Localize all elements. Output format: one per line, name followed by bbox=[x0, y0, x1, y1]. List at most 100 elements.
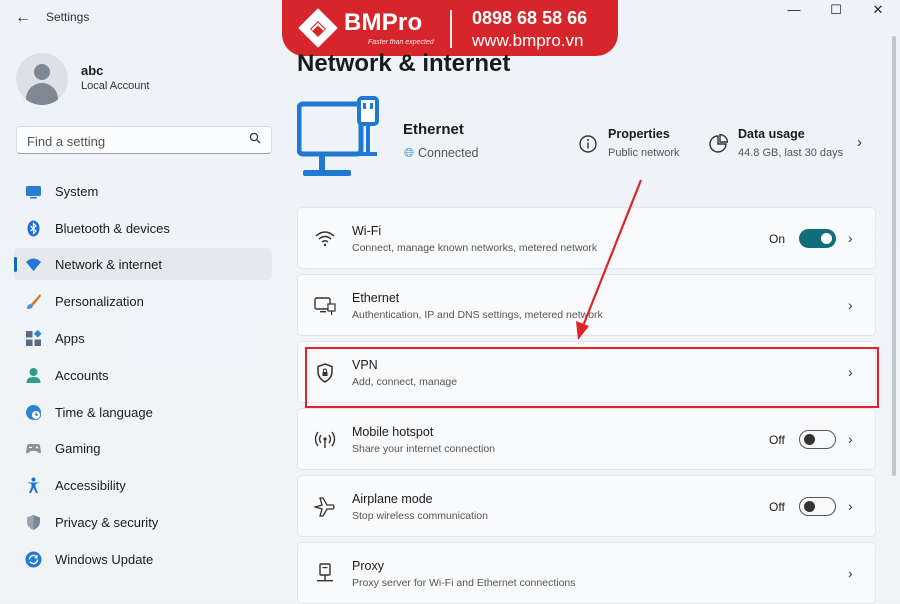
page-title: Network & internet bbox=[297, 50, 511, 77]
bluetooth-icon bbox=[27, 220, 40, 237]
user-account-type: Local Account bbox=[81, 80, 150, 92]
wifi-card[interactable]: Wi-Fi Connect, manage known networks, me… bbox=[297, 207, 876, 269]
pie-chart-icon bbox=[709, 134, 728, 153]
sidebar-item-accounts[interactable]: Accounts bbox=[14, 359, 272, 391]
sidebar-item-network[interactable]: Network & internet bbox=[14, 248, 272, 280]
card-subtitle: Proxy server for Wi-Fi and Ethernet conn… bbox=[352, 577, 576, 589]
brand-name: BMPro bbox=[344, 9, 423, 36]
card-title: Proxy bbox=[352, 559, 384, 573]
sidebar-item-label: Bluetooth & devices bbox=[55, 221, 170, 236]
chevron-right-icon: › bbox=[848, 431, 853, 447]
toggle-state-label: Off bbox=[769, 433, 785, 447]
airplane-icon bbox=[314, 497, 335, 517]
brand-tagline: Faster than expected bbox=[368, 39, 434, 46]
sidebar-item-system[interactable]: System bbox=[14, 175, 272, 207]
chevron-right-icon: › bbox=[848, 230, 853, 246]
sidebar-item-label: Windows Update bbox=[55, 552, 154, 567]
sidebar-item-time-language[interactable]: Time & language bbox=[14, 396, 272, 428]
refresh-icon bbox=[25, 551, 42, 568]
connection-status: 🌐︎ Connected bbox=[404, 146, 478, 161]
search-box[interactable] bbox=[16, 126, 272, 154]
gamepad-icon bbox=[26, 444, 41, 454]
minimize-button[interactable]: — bbox=[772, 0, 816, 20]
ethernet-icon bbox=[314, 297, 336, 315]
connection-status-text: Connected bbox=[418, 146, 479, 160]
apps-icon bbox=[26, 330, 42, 346]
card-title: Ethernet bbox=[352, 291, 400, 305]
info-icon bbox=[579, 135, 597, 153]
sidebar-item-label: Gaming bbox=[55, 441, 101, 456]
brand-banner: BMPro Faster than expected 0898 68 58 66… bbox=[282, 0, 618, 56]
globe-icon: 🌐︎ bbox=[404, 146, 415, 160]
settings-window: ← Settings — ☐ ✕ BMPro Faster than expec… bbox=[0, 0, 900, 604]
brand-website: www.bmpro.vn bbox=[472, 31, 584, 50]
brand-phone: 0898 68 58 66 bbox=[472, 8, 588, 28]
globe-clock-icon bbox=[26, 405, 41, 420]
close-button[interactable]: ✕ bbox=[856, 0, 900, 20]
chevron-right-icon[interactable]: › bbox=[857, 134, 862, 151]
shield-icon bbox=[27, 515, 40, 530]
card-subtitle: Share your internet connection bbox=[352, 443, 496, 455]
sidebar-item-privacy[interactable]: Privacy & security bbox=[14, 506, 272, 538]
properties-subtitle: Public network bbox=[608, 147, 680, 159]
brand-logo-icon bbox=[298, 8, 338, 48]
hotspot-icon bbox=[314, 431, 336, 448]
brush-icon bbox=[27, 294, 41, 309]
sidebar-item-label: Time & language bbox=[55, 405, 153, 420]
user-name: abc bbox=[81, 63, 104, 78]
vpn-shield-icon bbox=[317, 363, 333, 383]
active-indicator bbox=[14, 257, 17, 272]
chevron-right-icon: › bbox=[848, 364, 853, 380]
chevron-right-icon: › bbox=[848, 498, 853, 514]
data-usage-title: Data usage bbox=[738, 127, 805, 141]
maximize-button[interactable]: ☐ bbox=[814, 0, 858, 20]
sidebar-item-bluetooth[interactable]: Bluetooth & devices bbox=[14, 212, 272, 244]
search-icon[interactable] bbox=[249, 132, 261, 147]
sidebar-item-gaming[interactable]: Gaming bbox=[14, 432, 272, 464]
card-title: Mobile hotspot bbox=[352, 425, 434, 439]
airplane-mode-card[interactable]: Airplane mode Stop wireless communicatio… bbox=[297, 475, 876, 537]
sidebar-item-label: Privacy & security bbox=[55, 515, 159, 530]
proxy-icon bbox=[317, 563, 333, 582]
sidebar-item-windows-update[interactable]: Windows Update bbox=[14, 543, 272, 575]
brand-divider bbox=[450, 10, 452, 48]
scrollbar[interactable] bbox=[892, 36, 896, 476]
card-subtitle: Connect, manage known networks, metered … bbox=[352, 242, 598, 254]
sidebar-item-apps[interactable]: Apps bbox=[14, 322, 272, 354]
search-input[interactable] bbox=[25, 131, 239, 151]
card-title: Wi-Fi bbox=[352, 224, 382, 238]
vpn-card[interactable]: VPN Add, connect, manage › bbox=[297, 341, 876, 403]
card-subtitle: Add, connect, manage bbox=[352, 376, 458, 388]
card-subtitle: Stop wireless communication bbox=[352, 510, 488, 522]
properties-title: Properties bbox=[608, 127, 670, 141]
sidebar-item-accessibility[interactable]: Accessibility bbox=[14, 469, 272, 501]
person-icon bbox=[26, 368, 41, 383]
proxy-card[interactable]: Proxy Proxy server for Wi-Fi and Etherne… bbox=[297, 542, 876, 604]
data-usage-subtitle: 44.8 GB, last 30 days bbox=[738, 147, 844, 159]
ethernet-card[interactable]: Ethernet Authentication, IP and DNS sett… bbox=[297, 274, 876, 336]
sidebar-item-personalization[interactable]: Personalization bbox=[14, 285, 272, 317]
mobile-hotspot-toggle[interactable] bbox=[799, 430, 836, 449]
sidebar-item-label: Apps bbox=[55, 331, 85, 346]
avatar[interactable] bbox=[16, 53, 68, 105]
sidebar: abc Local Account System Bluetooth & dev… bbox=[0, 36, 286, 603]
chevron-right-icon: › bbox=[848, 297, 853, 313]
card-title: Airplane mode bbox=[352, 492, 433, 506]
connection-name: Ethernet bbox=[403, 121, 464, 138]
sidebar-item-label: System bbox=[55, 184, 99, 199]
monitor-icon bbox=[26, 186, 41, 199]
mobile-hotspot-card[interactable]: Mobile hotspot Share your internet conne… bbox=[297, 408, 876, 470]
chevron-right-icon: › bbox=[848, 565, 853, 581]
back-button[interactable]: ← bbox=[12, 7, 34, 29]
toggle-state-label: Off bbox=[769, 500, 785, 514]
wifi-icon bbox=[315, 231, 335, 247]
toggle-state-label: On bbox=[769, 232, 786, 246]
sidebar-item-label: Network & internet bbox=[55, 257, 162, 272]
sidebar-item-label: Accounts bbox=[55, 368, 109, 383]
sidebar-item-label: Personalization bbox=[55, 294, 144, 309]
wifi-toggle[interactable] bbox=[799, 229, 836, 248]
card-title: VPN bbox=[352, 358, 378, 372]
airplane-mode-toggle[interactable] bbox=[799, 497, 836, 516]
card-subtitle: Authentication, IP and DNS settings, met… bbox=[352, 309, 603, 321]
accessibility-icon bbox=[27, 477, 40, 493]
